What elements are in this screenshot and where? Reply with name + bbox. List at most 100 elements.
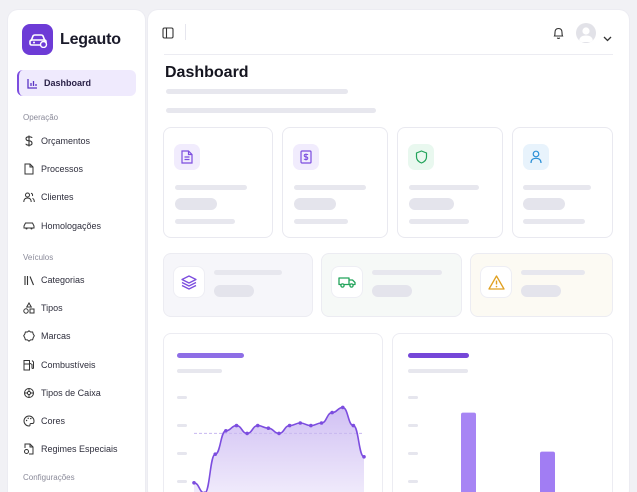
document-icon (174, 144, 200, 170)
data-point (309, 423, 313, 428)
warning-icon (481, 267, 511, 297)
caption-placeholder (523, 219, 585, 224)
gear-icon (23, 387, 35, 399)
value-placeholder (521, 285, 561, 297)
sidebar-item-label: Homologações (41, 221, 102, 231)
label-placeholder (294, 185, 366, 190)
data-point (277, 431, 281, 436)
dollar-icon (23, 135, 35, 147)
sidebar-item-regimes-especiais[interactable]: Regimes Especiais (23, 441, 118, 457)
header-divider (164, 54, 613, 55)
library-icon (23, 274, 35, 286)
subtitle-placeholder (166, 108, 376, 113)
data-point (266, 426, 271, 430)
section-title-configuracoes: Configurações (23, 473, 75, 482)
user-icon (523, 144, 549, 170)
fuel-icon (23, 359, 35, 371)
sidebar-toggle-icon[interactable] (162, 26, 174, 44)
section-title-operacao: Operação (23, 113, 59, 122)
bar-chart-icon (26, 77, 38, 89)
palette-icon (23, 415, 35, 427)
label-placeholder (214, 270, 282, 275)
main-panel: Dashboard (148, 10, 629, 492)
data-point (351, 423, 356, 428)
value-placeholder (409, 198, 454, 210)
data-point (224, 429, 228, 433)
stat-card[interactable] (163, 127, 273, 238)
bar (540, 451, 555, 492)
sidebar-item-label: Categorias (41, 275, 85, 285)
label-placeholder (372, 270, 442, 275)
y-tick-placeholder (177, 480, 187, 483)
data-point (319, 421, 324, 425)
sidebar-item-processos[interactable]: Processos (23, 161, 83, 177)
section-title-veiculos: Veículos (23, 253, 54, 262)
stat-card[interactable] (282, 127, 388, 238)
summary-card[interactable] (163, 253, 313, 317)
sidebar-item-dashboard[interactable]: Dashboard (17, 70, 136, 96)
shapes-icon (23, 302, 35, 314)
brand-name: Legauto (60, 30, 121, 48)
sidebar-item-label: Clientes (41, 192, 74, 202)
caption-placeholder (409, 219, 469, 224)
car-icon (23, 220, 35, 232)
area-chart (177, 396, 366, 492)
file-cog-icon (23, 443, 35, 455)
value-placeholder (175, 198, 217, 210)
sidebar-item-label: Processos (41, 164, 84, 174)
summary-card[interactable] (470, 253, 613, 317)
y-tick-placeholder (408, 452, 418, 455)
stat-card[interactable] (512, 127, 613, 238)
value-placeholder (372, 285, 412, 297)
sidebar-item-label: Cores (41, 416, 66, 426)
y-tick-placeholder (177, 424, 187, 427)
y-tick-placeholder (408, 396, 418, 399)
value-placeholder (214, 285, 254, 297)
sidebar-item-label: Orçamentos (41, 136, 91, 146)
sidebar-item-label: Tipos de Caixa (41, 388, 101, 398)
data-point (362, 455, 366, 459)
sidebar-item-orcamentos[interactable]: Orçamentos (23, 133, 90, 149)
bar (461, 412, 476, 492)
brand[interactable]: Legauto (22, 24, 121, 55)
users-icon (23, 191, 35, 203)
bell-icon[interactable] (552, 26, 565, 45)
label-placeholder (523, 185, 591, 190)
sidebar-item-categorias[interactable]: Categorias (23, 272, 85, 288)
sidebar-item-clientes[interactable]: Clientes (23, 189, 74, 205)
badge-icon (23, 330, 35, 342)
sidebar-item-tipos[interactable]: Tipos (23, 300, 63, 316)
shield-icon (408, 144, 434, 170)
data-point (340, 405, 345, 410)
data-point (192, 481, 196, 485)
caption-placeholder (294, 219, 348, 224)
data-point (245, 431, 249, 436)
label-placeholder (521, 270, 585, 275)
sidebar-item-marcas[interactable]: Marcas (23, 328, 71, 344)
data-point (213, 452, 218, 456)
chevron-down-icon[interactable] (603, 29, 612, 47)
data-point (298, 421, 303, 425)
toolbar-divider (185, 24, 186, 40)
subtitle-placeholder (166, 89, 348, 94)
sidebar-item-combustiveis[interactable]: Combustíveis (23, 357, 96, 373)
sidebar-item-tipos-de-caixa[interactable]: Tipos de Caixa (23, 385, 101, 401)
bar-chart-panel (392, 333, 613, 492)
page-title: Dashboard (165, 64, 249, 81)
sidebar-item-label: Dashboard (44, 78, 92, 88)
sidebar-item-label: Marcas (41, 331, 71, 341)
data-point (255, 423, 260, 428)
sidebar-item-cores[interactable]: Cores (23, 413, 65, 429)
data-point (287, 423, 292, 428)
car-badge-logo-icon (22, 24, 53, 55)
value-placeholder (294, 198, 336, 210)
y-tick-placeholder (408, 424, 418, 427)
avatar[interactable] (576, 23, 596, 43)
stat-card[interactable] (397, 127, 503, 238)
truck-icon (332, 267, 362, 297)
sidebar-item-homologacoes[interactable]: Homologações (23, 218, 101, 234)
summary-card[interactable] (321, 253, 462, 317)
sidebar: Legauto Dashboard Operação Orçamentos Pr… (8, 10, 145, 492)
label-placeholder (175, 185, 247, 190)
y-tick-placeholder (177, 452, 187, 455)
